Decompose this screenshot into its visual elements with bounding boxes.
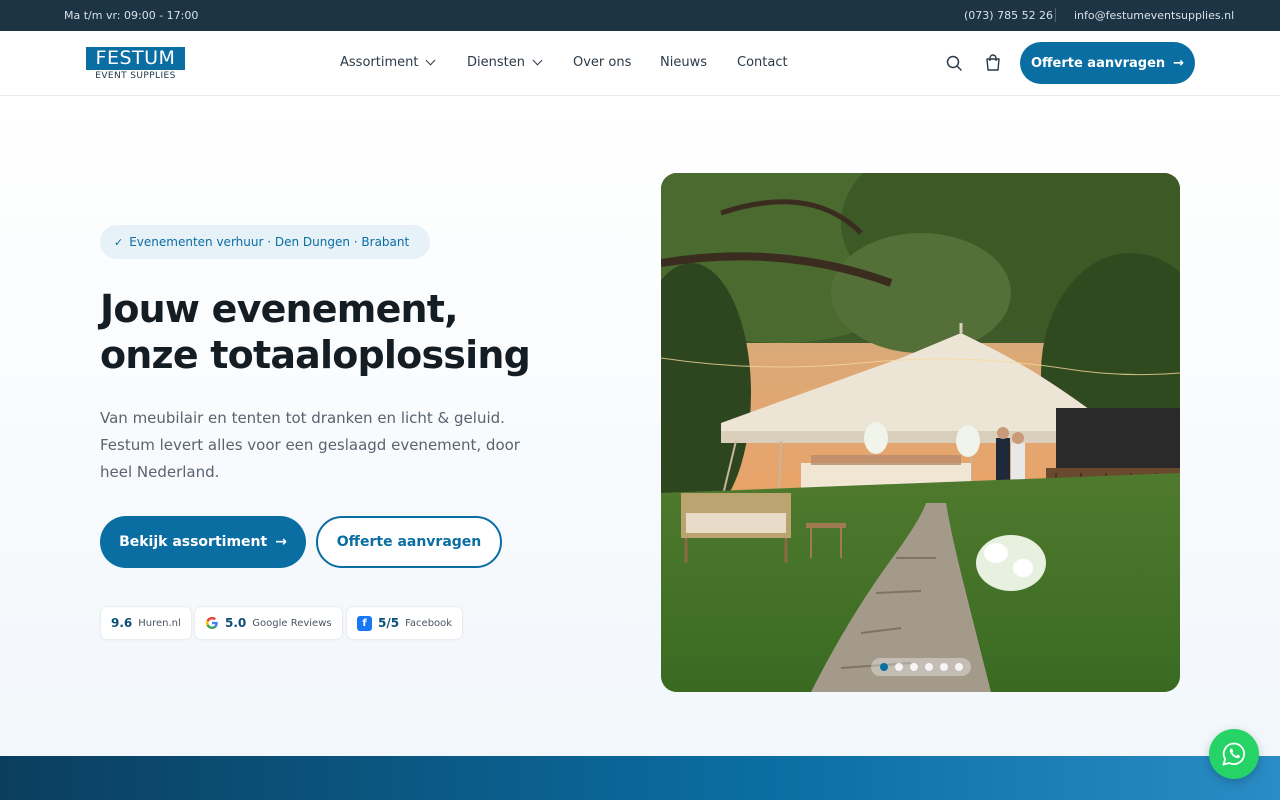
arrow-right-icon: → — [275, 534, 287, 550]
nav-item-label: Over ons — [573, 55, 632, 70]
site-header: FESTUM EVENT SUPPLIES Assortiment Dienst… — [0, 31, 1280, 96]
hero-title-line-1: Jouw evenement, — [100, 287, 459, 331]
rating-badge-google[interactable]: 5.0 Google Reviews — [194, 606, 343, 640]
request-quote-outline-button[interactable]: Offerte aanvragen — [316, 516, 502, 568]
nav-item-label: Assortiment — [340, 55, 419, 70]
logo-wordmark: FESTUM — [86, 47, 185, 70]
request-quote-button[interactable]: Offerte aanvragen → — [1020, 42, 1195, 84]
nav-item-label: Contact — [737, 55, 788, 70]
whatsapp-icon — [1222, 742, 1246, 766]
button-label: Offerte aanvragen — [336, 534, 482, 550]
button-label: Bekijk assortiment — [119, 534, 268, 550]
shopping-bag-icon[interactable] — [985, 54, 1001, 71]
nav-item-over-ons[interactable]: Over ons — [573, 55, 631, 70]
opening-hours: Ma t/m vr: 09:00 - 17:00 — [64, 9, 199, 22]
hero-title-line-2: onze totaaloplossing — [100, 333, 531, 377]
nav-item-label: Diensten — [467, 55, 525, 70]
rating-source: Google Reviews — [252, 617, 332, 629]
google-icon — [205, 616, 218, 630]
carousel-dot[interactable] — [894, 663, 903, 671]
hero-section: ✓ Evenementen verhuur · Den Dungen · Bra… — [0, 96, 1280, 756]
carousel-dot[interactable] — [924, 663, 933, 671]
email-link[interactable]: info@festumeventsupplies.nl — [1074, 9, 1234, 22]
top-bar: Ma t/m vr: 09:00 - 17:00 (073) 785 52 26… — [0, 0, 1280, 31]
whatsapp-button[interactable] — [1209, 729, 1259, 779]
carousel-dot[interactable] — [939, 663, 948, 671]
pill-text: Evenementen verhuur · Den Dungen · Braba… — [129, 235, 410, 249]
hero-image-carousel[interactable] — [661, 173, 1180, 692]
nav-item-nieuws[interactable]: Nieuws — [660, 55, 707, 70]
next-section-band — [0, 756, 1280, 800]
rating-badge-huren[interactable]: 9.6 Huren.nl — [100, 606, 192, 640]
rating-source: Facebook — [405, 617, 453, 629]
rating-score: 5/5 — [378, 616, 400, 630]
nav-item-label: Nieuws — [660, 55, 707, 70]
rating-score: 9.6 — [111, 616, 133, 630]
phone-link[interactable]: (073) 785 52 26 — [964, 9, 1053, 22]
nav-item-contact[interactable]: Contact — [737, 55, 788, 70]
garden-tent-photo — [661, 173, 1180, 692]
check-icon: ✓ — [114, 235, 124, 249]
view-assortment-button[interactable]: Bekijk assortiment → — [100, 516, 306, 568]
arrow-right-icon: → — [1173, 55, 1185, 71]
nav-item-assortiment[interactable]: Assortiment — [340, 55, 436, 70]
rating-badge-facebook[interactable]: f 5/5 Facebook — [346, 606, 464, 640]
hero-lead: Van meubilair en tenten tot dranken en l… — [100, 409, 520, 481]
carousel-dot[interactable] — [879, 663, 888, 671]
search-icon[interactable] — [946, 55, 962, 71]
carousel-dot[interactable] — [909, 663, 918, 671]
logo[interactable]: FESTUM EVENT SUPPLIES — [86, 47, 186, 83]
carousel-dots — [871, 658, 971, 676]
chevron-down-icon — [426, 55, 436, 66]
carousel-dot[interactable] — [954, 663, 963, 671]
divider — [1055, 8, 1056, 22]
rating-score: 5.0 — [225, 616, 247, 630]
logo-tagline: EVENT SUPPLIES — [95, 71, 176, 81]
rating-source: Huren.nl — [138, 617, 181, 629]
hero-title: Jouw evenement, onze totaaloplossing — [100, 286, 580, 378]
nav-item-diensten[interactable]: Diensten — [467, 55, 543, 70]
facebook-icon: f — [357, 615, 372, 631]
button-label: Offerte aanvragen — [1030, 55, 1166, 71]
chevron-down-icon — [532, 55, 543, 66]
location-pill: ✓ Evenementen verhuur · Den Dungen · Bra… — [100, 225, 430, 259]
